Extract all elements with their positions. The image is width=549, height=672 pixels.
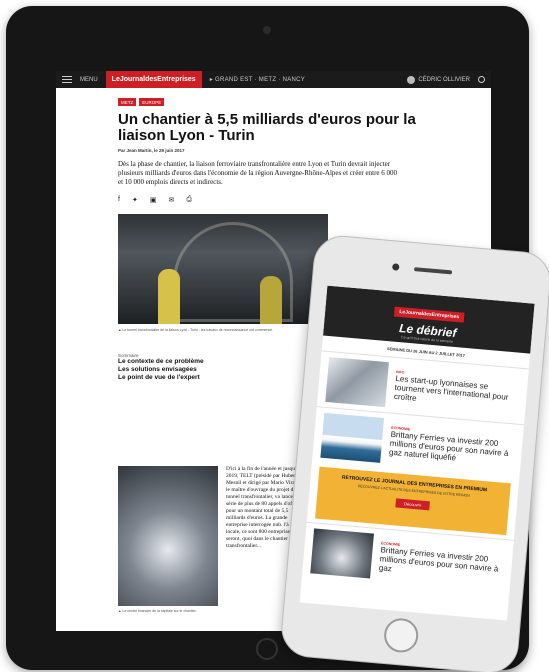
phone-device: LeJournaldesEntreprises Le débrief Ce qu… xyxy=(279,233,549,672)
hamburger-menu-icon[interactable] xyxy=(62,76,72,83)
phone-speaker xyxy=(413,267,453,275)
comment-icon[interactable]: ✉ xyxy=(168,196,174,204)
tunnel-photo xyxy=(118,214,328,324)
photo-caption: ▲ Le tunnel transfrontalier de la liaiso… xyxy=(118,328,274,332)
article-title: Un chantier à 5,5 milliards d'euros pour… xyxy=(118,111,416,144)
phone-site-logo[interactable]: LeJournaldesEntreprises xyxy=(393,306,465,323)
tag-city[interactable]: METZ xyxy=(118,98,137,106)
phone-home-button[interactable] xyxy=(382,616,420,654)
item-thumbnail xyxy=(325,357,389,408)
user-account[interactable]: CÉDRIC OLLIVIER xyxy=(407,75,470,84)
user-name: CÉDRIC OLLIVIER xyxy=(418,76,470,83)
secondary-figure: ▲ Le centre financier de la capitale sur… xyxy=(118,466,218,613)
search-icon[interactable] xyxy=(478,76,485,83)
article-lower-section: ▲ Le centre financier de la capitale sur… xyxy=(118,466,306,613)
phone-camera xyxy=(391,263,400,271)
trading-floor-photo xyxy=(118,466,218,606)
avatar xyxy=(407,75,416,84)
article-lead: Dès la phase de chantier, la liaison fer… xyxy=(118,160,398,186)
tablet-camera xyxy=(263,26,271,34)
phone-screen: LeJournaldesEntreprises Le débrief Ce qu… xyxy=(299,285,535,621)
photo2-caption: ▲ Le centre financier de la capitale sur… xyxy=(118,609,197,613)
tablet-home-button[interactable] xyxy=(256,638,278,660)
worker-figure xyxy=(158,269,180,324)
facebook-icon[interactable]: f xyxy=(118,196,120,204)
tag-section[interactable]: EUROPE xyxy=(139,98,165,106)
discover-button[interactable]: Découvrir xyxy=(395,498,430,511)
tablet-nav-bar: MENU LeJournaldesEntreprises ▸ GRAND EST… xyxy=(56,71,491,88)
article-byline: Par Jean Martin, le 29 juin 2017 xyxy=(118,148,185,153)
twitter-icon[interactable]: ✦ xyxy=(132,196,138,204)
region-selector[interactable]: ▸ GRAND EST · METZ · NANCY xyxy=(210,76,400,83)
worker-figure xyxy=(260,276,282,324)
linkedin-icon[interactable]: ▣ xyxy=(150,196,157,204)
print-icon[interactable]: ⎙ xyxy=(186,196,192,204)
menu-label[interactable]: MENU xyxy=(80,77,98,83)
item-thumbnail xyxy=(310,528,374,579)
share-bar: f ✦ ▣ ✉ ⎙ xyxy=(118,196,473,204)
item-thumbnail xyxy=(320,412,385,463)
article-tags: METZ EUROPE xyxy=(118,98,473,106)
site-logo[interactable]: LeJournaldesEntreprises xyxy=(105,71,202,88)
